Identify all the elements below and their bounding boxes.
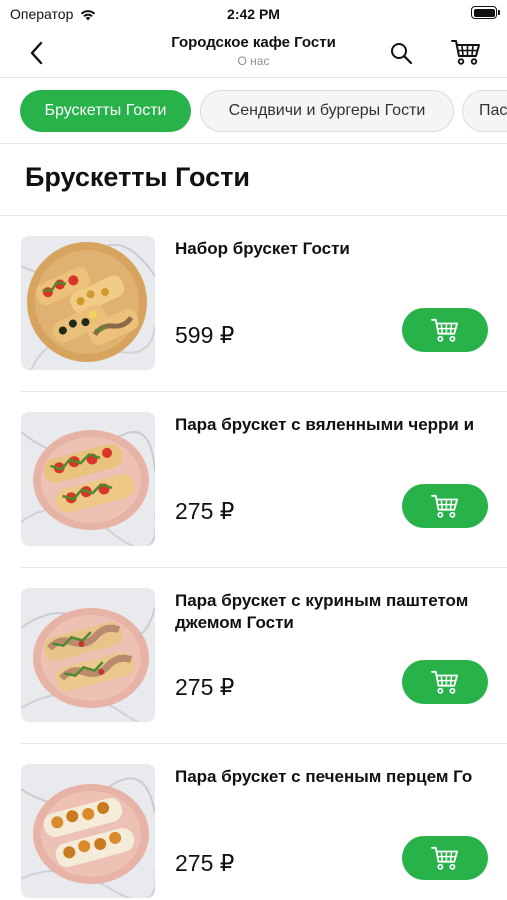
cart-button[interactable] xyxy=(448,36,484,68)
product-price: 275 ₽ xyxy=(175,674,235,700)
navigation-bar: Городское кафе Гости О нас xyxy=(0,28,507,78)
cart-plus-icon xyxy=(431,318,459,342)
cart-plus-icon xyxy=(431,670,459,694)
add-to-cart-button[interactable] xyxy=(402,308,488,352)
tab-sandwiches-burgers[interactable]: Сендвичи и бургеры Гости xyxy=(200,90,454,132)
tab-pasta[interactable]: Пас xyxy=(462,90,507,132)
battery-icon xyxy=(471,6,500,19)
section-title: Брускетты Гости xyxy=(25,162,251,192)
product-image[interactable] xyxy=(21,236,155,370)
back-button[interactable] xyxy=(22,38,52,68)
status-bar: Оператор 2:42 PM xyxy=(0,0,507,28)
chevron-left-icon xyxy=(30,41,43,65)
product-price: 275 ₽ xyxy=(175,498,235,524)
product-image[interactable] xyxy=(21,764,155,898)
product-name: Пара брускет с куриным паштетом джемом Г… xyxy=(175,591,469,632)
cart-plus-icon xyxy=(431,846,459,870)
product-name: Пара брускет с печеным перцем Го xyxy=(175,767,473,786)
cart-plus-icon xyxy=(431,494,459,518)
page-title: Городское кафе Гости xyxy=(171,34,336,51)
about-link[interactable]: О нас xyxy=(130,54,377,68)
cart-icon xyxy=(451,40,480,65)
product-item[interactable]: Пара брускет с вяленными черри и 275 ₽ xyxy=(0,392,507,568)
product-name: Пара брускет с вяленными черри и xyxy=(175,415,475,434)
product-image[interactable] xyxy=(21,588,155,722)
add-to-cart-button[interactable] xyxy=(402,484,488,528)
product-item[interactable]: Набор брускет Гости 599 ₽ xyxy=(0,216,507,392)
search-icon xyxy=(391,43,413,65)
tab-bruschetta[interactable]: Брускетты Гости xyxy=(20,90,191,132)
status-time: 2:42 PM xyxy=(227,6,280,22)
product-price: 275 ₽ xyxy=(175,850,235,876)
product-image[interactable] xyxy=(21,412,155,546)
add-to-cart-button[interactable] xyxy=(402,836,488,880)
search-button[interactable] xyxy=(385,38,417,68)
product-item[interactable]: Пара брускет с печеным перцем Го 275 ₽ xyxy=(0,744,507,900)
product-name: Набор брускет Гости xyxy=(175,239,350,258)
product-item[interactable]: Пара брускет с куриным паштетом джемом Г… xyxy=(0,568,507,744)
nav-title-group[interactable]: Городское кафе Гости О нас xyxy=(130,34,377,68)
product-price: 599 ₽ xyxy=(175,322,235,348)
add-to-cart-button[interactable] xyxy=(402,660,488,704)
category-tabs: Брускетты Гости Сендвичи и бургеры Гости… xyxy=(0,78,507,144)
